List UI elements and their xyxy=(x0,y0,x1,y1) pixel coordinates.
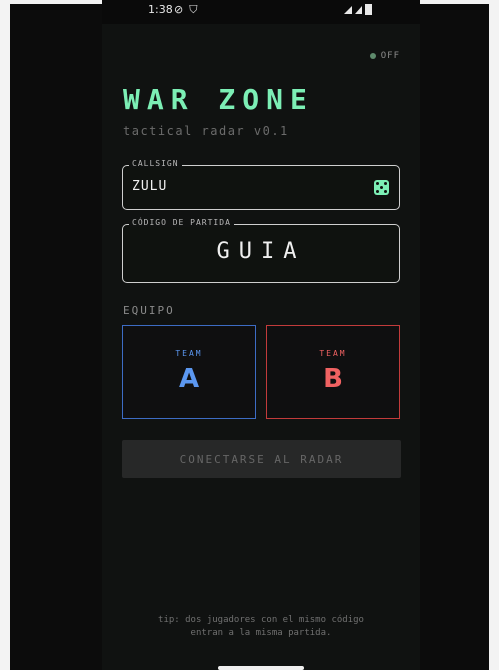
connection-status: OFF xyxy=(380,51,400,61)
team-b-caption: TEAM xyxy=(319,349,347,358)
callsign-label: CALLSIGN xyxy=(129,159,182,168)
battery-icon xyxy=(365,4,372,15)
phone-screen: 1:38 ⊘ ⛉ OFF WAR ZONE tactical radar v0.… xyxy=(102,0,420,670)
dice-icon[interactable] xyxy=(374,180,389,195)
wifi-icon xyxy=(344,5,352,14)
game-code-field[interactable]: CÓDIGO DE PARTIDA GUIA xyxy=(122,218,400,283)
game-code-label: CÓDIGO DE PARTIDA xyxy=(129,218,234,227)
home-indicator[interactable] xyxy=(218,666,304,670)
game-code-input[interactable]: GUIA xyxy=(123,239,399,264)
callsign-input[interactable]: ZULU xyxy=(132,179,167,194)
status-icons-right xyxy=(344,4,372,15)
signal-icon xyxy=(355,5,362,14)
app-subtitle: tactical radar v0.1 xyxy=(123,124,289,138)
team-a-button[interactable]: TEAM A xyxy=(122,325,256,419)
window-frame-right xyxy=(489,0,499,670)
app-title: WAR ZONE xyxy=(123,83,314,116)
team-a-caption: TEAM xyxy=(175,349,203,358)
callsign-field[interactable]: CALLSIGN ZULU xyxy=(122,159,400,210)
connect-radar-button[interactable]: CONECTARSE AL RADAR xyxy=(122,440,401,478)
team-b-letter: B xyxy=(323,364,343,394)
connection-dot-icon xyxy=(369,53,376,59)
team-section-label: EQUIPO xyxy=(123,304,175,317)
window-frame-left xyxy=(0,0,10,670)
tip-line-2: entran a la misma partida. xyxy=(190,628,332,638)
connection-indicator: OFF xyxy=(369,51,400,61)
status-time: 1:38 xyxy=(148,3,173,16)
shield-icon: ⛉ xyxy=(189,3,198,16)
tip-text: tip: dos jugadores con el mismo código e… xyxy=(102,614,420,640)
status-icons-left: ⊘ ⛉ xyxy=(174,3,197,17)
status-bar: 1:38 ⊘ ⛉ xyxy=(102,0,420,24)
alarm-off-icon: ⊘ xyxy=(174,3,184,16)
tip-line-1: tip: dos jugadores con el mismo código xyxy=(158,615,364,625)
team-a-letter: A xyxy=(178,364,200,394)
team-b-button[interactable]: TEAM B xyxy=(266,325,400,419)
